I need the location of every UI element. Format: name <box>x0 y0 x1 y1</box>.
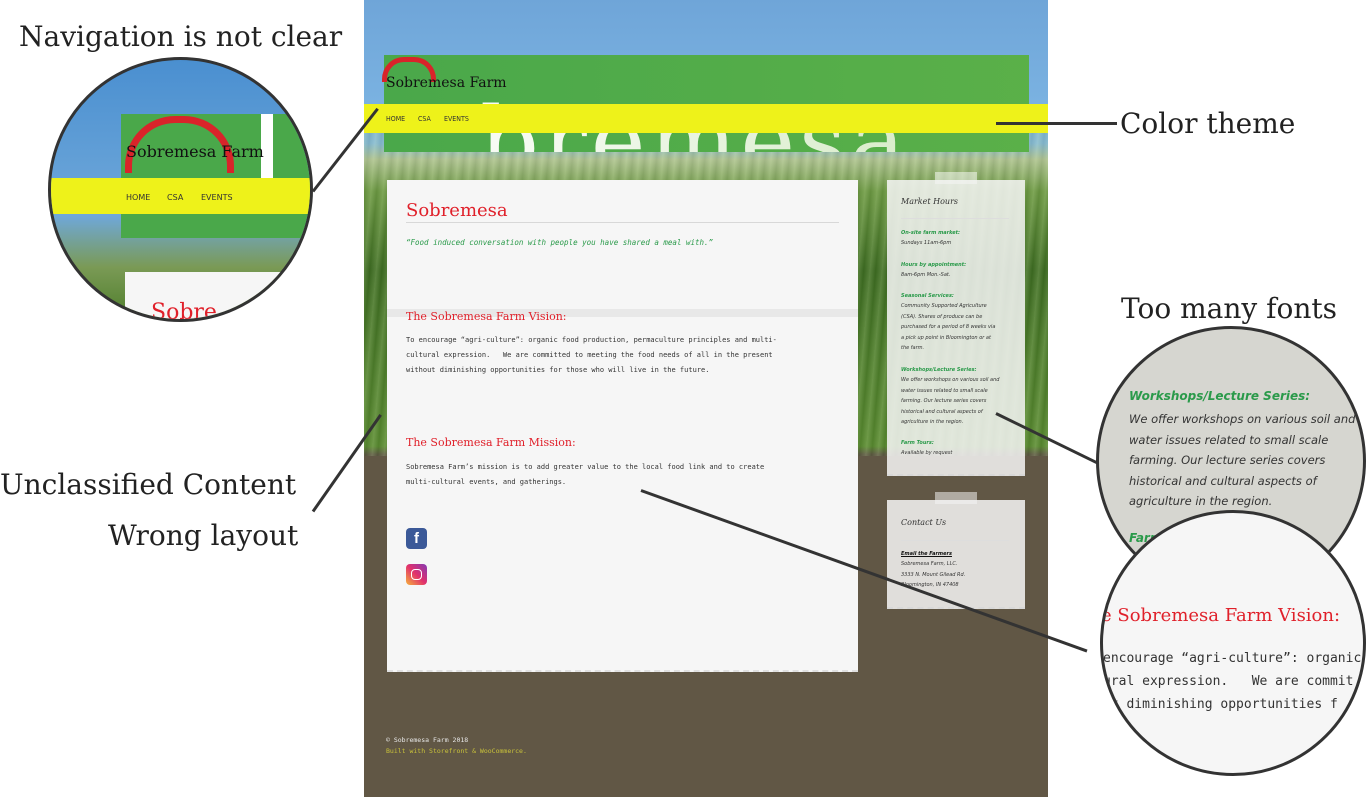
vision-heading: The Sobremesa Farm Vision: <box>406 310 567 323</box>
market-item-heading: Hours by appointment: <box>901 262 967 268</box>
page-title-fragment: Sobre <box>151 300 217 322</box>
annotation-wrong-layout: Wrong layout <box>108 519 299 552</box>
email-farmers-link[interactable]: Email the Farmers <box>901 551 952 557</box>
vision-text-zoom: encourage “agri-culture”: organic ural e… <box>1103 651 1362 712</box>
vision-heading-zoom: e Sobremesa Farm Vision: <box>1101 605 1341 626</box>
market-item-text: 8am-6pm Mon.-Sat. <box>901 272 951 278</box>
nav-csa[interactable]: CSA <box>418 115 431 123</box>
zoom-vision: e Sobremesa Farm Vision: encourage “agri… <box>1100 510 1366 776</box>
market-item-heading: On-site farm market: <box>901 230 961 236</box>
contact-title: Contact Us <box>901 518 947 527</box>
nav-events[interactable]: EVENTS <box>444 115 469 123</box>
footer-credit[interactable]: Built with Storefront & WooCommerce. <box>386 747 527 755</box>
annotation-color-theme: Color theme <box>1120 107 1296 140</box>
instagram-icon[interactable] <box>406 564 427 585</box>
page-title: Sobremesa <box>406 200 508 221</box>
mission-text: Sobremesa Farm’s mission is to add great… <box>406 463 765 486</box>
site-title: Sobremesa Farm <box>126 142 264 161</box>
workshops-heading: Workshops/Lecture Series: <box>1129 389 1311 403</box>
market-item-text: Available by request <box>901 450 953 456</box>
title-divider <box>406 222 839 223</box>
workshops-text: We offer workshops on various soil and w… <box>1129 412 1356 508</box>
nav-csa[interactable]: CSA <box>167 193 183 202</box>
footer-copyright: © Sobremesa Farm 2018 <box>386 736 469 744</box>
site-title[interactable]: Sobremesa Farm <box>386 75 507 91</box>
market-item-text: Community Supported Agriculture (CSA). S… <box>901 303 996 351</box>
market-item-text: Sundays 11am-6pm <box>901 240 952 246</box>
main-content-card <box>387 180 858 672</box>
nav-events[interactable]: EVENTS <box>201 193 233 202</box>
market-hours-title: Market Hours <box>901 197 958 206</box>
mission-heading: The Sobremesa Farm Mission: <box>406 436 576 449</box>
tagline-quote: “Food induced conversation with people y… <box>406 238 714 247</box>
annotation-navigation: Navigation is not clear <box>19 20 343 53</box>
annotation-too-many-fonts: Too many fonts <box>1121 292 1337 325</box>
market-item-heading: Seasonal Services: <box>901 293 954 299</box>
market-item-text: We offer workshops on various soil and w… <box>901 377 1000 425</box>
vision-text: To encourage “agri-culture”: organic foo… <box>406 336 777 374</box>
nav-home[interactable]: HOME <box>386 115 405 123</box>
nav-home[interactable]: HOME <box>126 193 150 202</box>
connector-line <box>996 122 1117 125</box>
market-item-heading: Farm Tours: <box>901 440 934 446</box>
market-item-heading: Workshops/Lecture Series: <box>901 367 977 373</box>
zoom-navigation: Sobremesa Farm HOME CSA EVENTS Sobre <box>48 57 313 322</box>
annotation-unclassified: Unclassified Content <box>0 468 297 501</box>
website-screenshot: bremesa Sobremesa Farm HOME CSA EVENTS S… <box>364 0 1048 797</box>
facebook-icon[interactable]: f <box>406 528 427 549</box>
